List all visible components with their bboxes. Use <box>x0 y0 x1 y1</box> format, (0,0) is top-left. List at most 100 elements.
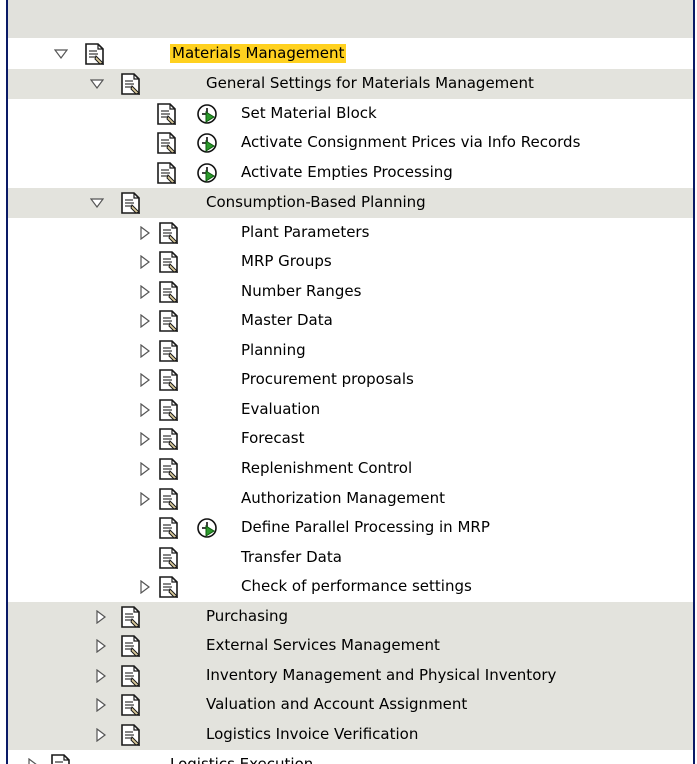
documentation-icon[interactable] <box>158 487 180 511</box>
node-label[interactable]: Set Material Block <box>241 104 377 123</box>
tree-node-master-data[interactable]: Master Data <box>8 306 693 336</box>
tree-node-general-settings[interactable]: General Settings for Materials Managemen… <box>8 69 693 99</box>
documentation-icon[interactable] <box>158 280 180 304</box>
node-label[interactable]: Logistics Invoice Verification <box>206 725 418 744</box>
documentation-icon[interactable] <box>156 102 178 126</box>
tree-node-logistics-execution[interactable]: Logistics Execution <box>8 750 693 764</box>
node-label[interactable]: Consumption-Based Planning <box>206 193 426 212</box>
node-label[interactable]: General Settings for Materials Managemen… <box>206 74 534 93</box>
tree-node-replenishment-control[interactable]: Replenishment Control <box>8 454 693 484</box>
tree-leaf-activate-consignment-prices[interactable]: Activate Consignment Prices via Info Rec… <box>8 128 693 158</box>
clock-execute-icon[interactable] <box>196 103 218 125</box>
tree-leaf-transfer-data[interactable]: Transfer Data <box>8 543 693 573</box>
collapsed-triangle-icon[interactable] <box>138 462 152 476</box>
documentation-icon[interactable] <box>156 131 178 155</box>
documentation-icon[interactable] <box>158 309 180 333</box>
documentation-icon[interactable] <box>158 368 180 392</box>
node-label[interactable]: Activate Empties Processing <box>241 163 453 182</box>
node-label[interactable]: Transfer Data <box>241 548 342 567</box>
collapsed-triangle-icon[interactable] <box>138 403 152 417</box>
documentation-icon[interactable] <box>120 634 142 658</box>
tree-node-number-ranges[interactable]: Number Ranges <box>8 277 693 307</box>
expanded-triangle-icon[interactable] <box>90 196 104 210</box>
collapsed-triangle-icon[interactable] <box>94 698 108 712</box>
tree-node-procurement-proposals[interactable]: Procurement proposals <box>8 365 693 395</box>
node-label[interactable]: Plant Parameters <box>241 223 369 242</box>
clock-execute-icon[interactable] <box>196 132 218 154</box>
node-label[interactable]: Number Ranges <box>241 282 361 301</box>
node-label[interactable]: Evaluation <box>241 400 320 419</box>
documentation-icon[interactable] <box>158 516 180 540</box>
node-label[interactable]: Replenishment Control <box>241 459 412 478</box>
clock-execute-icon[interactable] <box>196 162 218 184</box>
tree-node-authorization-management[interactable]: Authorization Management <box>8 484 693 514</box>
documentation-icon[interactable] <box>156 161 178 185</box>
node-label[interactable]: Purchasing <box>206 607 288 626</box>
collapsed-triangle-icon[interactable] <box>94 610 108 624</box>
documentation-icon[interactable] <box>120 723 142 747</box>
documentation-icon[interactable] <box>120 605 142 629</box>
tree-node-logistics-invoice-verification[interactable]: Logistics Invoice Verification <box>8 720 693 750</box>
documentation-icon[interactable] <box>84 42 106 66</box>
collapsed-triangle-icon[interactable] <box>94 639 108 653</box>
collapsed-triangle-icon[interactable] <box>26 758 40 764</box>
collapsed-triangle-icon[interactable] <box>138 432 152 446</box>
collapsed-triangle-icon[interactable] <box>138 314 152 328</box>
tree-node-mrp-groups[interactable]: MRP Groups <box>8 247 693 277</box>
node-label[interactable]: Forecast <box>241 429 304 448</box>
node-label[interactable]: MRP Groups <box>241 252 332 271</box>
node-label[interactable]: Authorization Management <box>241 489 445 508</box>
tree-leaf-set-material-block[interactable]: Set Material Block <box>8 99 693 129</box>
node-label[interactable]: Check of performance settings <box>241 577 472 596</box>
tree-node-purchasing[interactable]: Purchasing <box>8 602 693 632</box>
expanded-triangle-icon[interactable] <box>90 77 104 91</box>
documentation-icon[interactable] <box>50 753 72 764</box>
documentation-icon[interactable] <box>158 546 180 570</box>
node-label[interactable]: Planning <box>241 341 306 360</box>
tree-leaf-activate-empties-processing[interactable]: Activate Empties Processing <box>8 158 693 188</box>
collapsed-triangle-icon[interactable] <box>138 580 152 594</box>
clock-execute-icon[interactable] <box>196 517 218 539</box>
node-label[interactable]: Materials Management <box>170 44 347 63</box>
node-label[interactable]: External Services Management <box>206 636 440 655</box>
expanded-triangle-icon[interactable] <box>54 47 68 61</box>
collapsed-triangle-icon[interactable] <box>138 373 152 387</box>
tree-node-valuation-account-assignment[interactable]: Valuation and Account Assignment <box>8 690 693 720</box>
node-label[interactable]: Define Parallel Processing in MRP <box>241 518 490 537</box>
documentation-icon[interactable] <box>158 398 180 422</box>
documentation-icon[interactable] <box>120 664 142 688</box>
node-label[interactable]: Inventory Management and Physical Invent… <box>206 666 556 685</box>
collapsed-triangle-icon[interactable] <box>94 669 108 683</box>
tree-node-plant-parameters[interactable]: Plant Parameters <box>8 218 693 248</box>
documentation-icon[interactable] <box>158 221 180 245</box>
tree-node-inventory-management[interactable]: Inventory Management and Physical Invent… <box>8 661 693 691</box>
documentation-icon[interactable] <box>120 191 142 215</box>
collapsed-triangle-icon[interactable] <box>138 492 152 506</box>
tree-node-check-performance-settings[interactable]: Check of performance settings <box>8 572 693 602</box>
tree-node-consumption-based-planning[interactable]: Consumption-Based Planning <box>8 188 693 218</box>
documentation-icon[interactable] <box>158 339 180 363</box>
tree-node-materials-management[interactable]: Materials Management <box>8 39 693 69</box>
node-label[interactable]: Logistics Execution <box>170 755 313 764</box>
tree-node-planning[interactable]: Planning <box>8 336 693 366</box>
tree-leaf-define-parallel-processing[interactable]: Define Parallel Processing in MRP <box>8 513 693 543</box>
collapsed-triangle-icon[interactable] <box>138 255 152 269</box>
collapsed-triangle-icon[interactable] <box>94 728 108 742</box>
documentation-icon[interactable] <box>120 693 142 717</box>
collapsed-triangle-icon[interactable] <box>138 285 152 299</box>
node-label[interactable]: Procurement proposals <box>241 370 414 389</box>
documentation-icon[interactable] <box>120 72 142 96</box>
tree-node-forecast[interactable]: Forecast <box>8 424 693 454</box>
collapsed-triangle-icon[interactable] <box>138 226 152 240</box>
tree-header-bar <box>8 0 693 38</box>
node-label[interactable]: Valuation and Account Assignment <box>206 695 467 714</box>
documentation-icon[interactable] <box>158 457 180 481</box>
tree-node-external-services[interactable]: External Services Management <box>8 631 693 661</box>
documentation-icon[interactable] <box>158 427 180 451</box>
documentation-icon[interactable] <box>158 250 180 274</box>
tree-node-evaluation[interactable]: Evaluation <box>8 395 693 425</box>
node-label[interactable]: Master Data <box>241 311 333 330</box>
node-label[interactable]: Activate Consignment Prices via Info Rec… <box>241 133 580 152</box>
collapsed-triangle-icon[interactable] <box>138 344 152 358</box>
documentation-icon[interactable] <box>158 575 180 599</box>
